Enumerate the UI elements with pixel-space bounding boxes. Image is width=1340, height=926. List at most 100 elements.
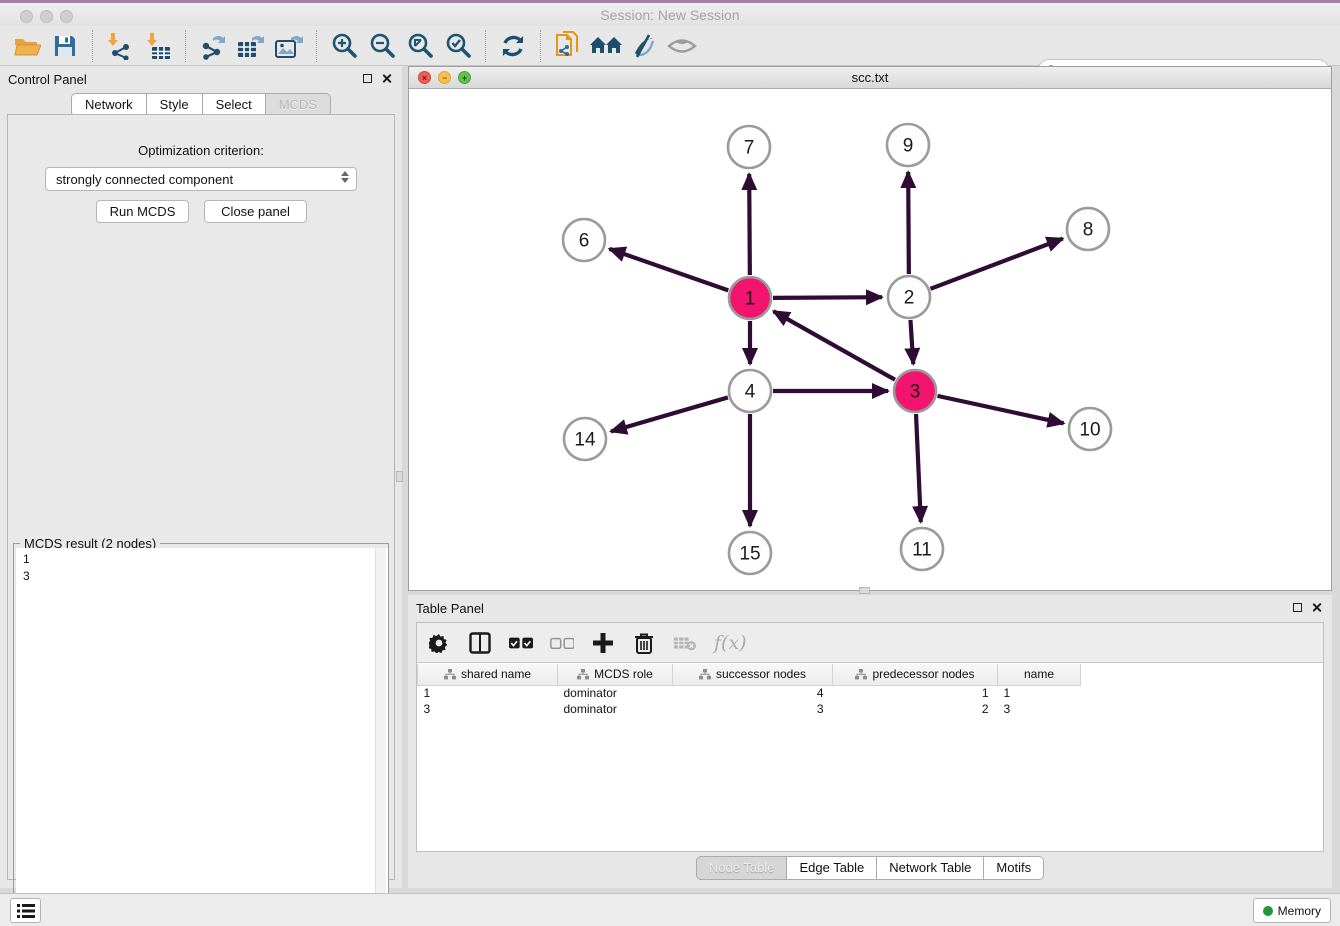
- split-panel-button[interactable]: [468, 631, 492, 655]
- graph-edge-2-8[interactable]: [931, 239, 1063, 289]
- import-table-icon: [144, 32, 172, 60]
- col-predecessor-nodes[interactable]: predecessor nodes: [833, 664, 998, 685]
- zoom-selected-button[interactable]: [439, 29, 477, 63]
- delete-table-button[interactable]: [673, 631, 697, 655]
- table-cell[interactable]: 2: [833, 701, 998, 717]
- horizontal-splitter-handle[interactable]: [859, 587, 870, 594]
- col-successor-nodes[interactable]: successor nodes: [673, 664, 833, 685]
- graph-edge-1-2[interactable]: [773, 297, 882, 298]
- table-header-row: shared name MCDS role successor nodes pr…: [418, 664, 1081, 685]
- table-cell[interactable]: 3: [998, 701, 1081, 717]
- graph-edge-1-7[interactable]: [749, 174, 750, 275]
- export-network-icon: [199, 32, 227, 60]
- result-scrollbar[interactable]: [375, 548, 386, 920]
- control-panel: Control Panel Network Style Select MCDS …: [0, 66, 402, 888]
- graph-edge-2-9[interactable]: [908, 172, 909, 274]
- node-table: shared name MCDS role successor nodes pr…: [417, 664, 1081, 717]
- graph-node-label-2: 2: [904, 288, 915, 309]
- graph-node-label-6: 6: [579, 231, 590, 252]
- add-column-button[interactable]: [591, 631, 615, 655]
- deselect-all-checkboxes-button[interactable]: [550, 631, 574, 655]
- mcds-result-line: 1: [23, 551, 388, 568]
- network-window-titlebar[interactable]: × − + scc.txt: [409, 67, 1331, 89]
- show-all-icon: [666, 34, 698, 58]
- list-icon: [17, 904, 35, 918]
- export-network-button[interactable]: [194, 29, 232, 63]
- zoom-fit-button[interactable]: [401, 29, 439, 63]
- show-all-button[interactable]: [663, 29, 701, 63]
- import-network-button[interactable]: [101, 29, 139, 63]
- zoom-fit-icon: [406, 32, 434, 60]
- delete-column-button[interactable]: [632, 631, 656, 655]
- graph-edge-4-14[interactable]: [611, 397, 728, 431]
- import-table-button[interactable]: [139, 29, 177, 63]
- split-panel-icon: [469, 632, 491, 654]
- memory-button[interactable]: Memory: [1253, 898, 1331, 923]
- table-row[interactable]: 1dominator411: [418, 685, 1081, 701]
- close-table-panel-icon[interactable]: [1311, 602, 1322, 613]
- table-cell[interactable]: 3: [673, 701, 833, 717]
- select-all-checkboxes-button[interactable]: [509, 631, 533, 655]
- zoom-out-button[interactable]: [363, 29, 401, 63]
- import-network-icon: [106, 32, 134, 60]
- table-cell[interactable]: 1: [998, 685, 1081, 701]
- task-history-button[interactable]: [10, 898, 41, 923]
- table-cell[interactable]: dominator: [558, 701, 673, 717]
- run-mcds-button[interactable]: Run MCDS: [96, 200, 189, 223]
- zoom-in-button[interactable]: [325, 29, 363, 63]
- export-image-button[interactable]: [270, 29, 308, 63]
- plus-icon: [592, 632, 614, 654]
- graph-node-label-15: 15: [739, 544, 760, 565]
- graph-edge-3-10[interactable]: [937, 396, 1063, 423]
- graph-edge-3-1[interactable]: [774, 311, 895, 379]
- table-row[interactable]: 3dominator323: [418, 701, 1081, 717]
- delete-table-icon: [673, 634, 697, 652]
- vertical-splitter-handle[interactable]: [396, 471, 403, 482]
- table-cell[interactable]: 1: [833, 685, 998, 701]
- open-session-button[interactable]: [8, 29, 46, 63]
- new-network-from-selection-button[interactable]: [549, 29, 587, 63]
- tab-edge-table[interactable]: Edge Table: [787, 856, 877, 880]
- hide-selected-button[interactable]: [625, 29, 663, 63]
- column-type-icon: [855, 669, 867, 680]
- open-folder-icon: [13, 33, 41, 59]
- graph-edge-3-11[interactable]: [916, 414, 921, 522]
- table-panel-title: Table Panel: [416, 601, 484, 616]
- close-panel-icon[interactable]: [381, 73, 392, 84]
- column-settings-button[interactable]: [427, 631, 451, 655]
- gear-icon: [429, 633, 449, 653]
- col-name[interactable]: name: [998, 664, 1081, 685]
- checked-boxes-icon: [509, 636, 533, 650]
- first-neighbors-button[interactable]: [587, 29, 625, 63]
- float-table-panel-icon[interactable]: [1293, 603, 1302, 612]
- graph-edge-1-6[interactable]: [609, 249, 728, 291]
- graph-edge-2-3[interactable]: [910, 320, 913, 364]
- network-canvas-svg[interactable]: 7968124314101511: [409, 89, 1331, 590]
- table-cell[interactable]: dominator: [558, 685, 673, 701]
- optimization-criterion-label: Optimization criterion:: [8, 143, 394, 158]
- optimization-criterion-select[interactable]: strongly connected component: [45, 167, 357, 191]
- network-window-title: scc.txt: [409, 70, 1331, 85]
- refresh-button[interactable]: [494, 29, 532, 63]
- table-cell[interactable]: 3: [418, 701, 558, 717]
- graph-node-label-14: 14: [574, 430, 596, 451]
- close-panel-button[interactable]: Close panel: [204, 200, 307, 223]
- mcds-result-text[interactable]: 1 3: [16, 548, 388, 920]
- tab-network-table[interactable]: Network Table: [877, 856, 984, 880]
- memory-label: Memory: [1278, 904, 1321, 918]
- graph-node-label-4: 4: [745, 382, 756, 403]
- save-session-button[interactable]: [46, 29, 84, 63]
- export-table-button[interactable]: [232, 29, 270, 63]
- col-shared-name[interactable]: shared name: [418, 664, 558, 685]
- column-type-icon: [699, 669, 711, 680]
- table-cell[interactable]: 4: [673, 685, 833, 701]
- float-panel-icon[interactable]: [363, 74, 372, 83]
- table-cell[interactable]: 1: [418, 685, 558, 701]
- control-panel-title: Control Panel: [8, 72, 87, 87]
- tab-motifs[interactable]: Motifs: [984, 856, 1044, 880]
- hide-selected-icon: [629, 33, 659, 59]
- mcds-result-group: MCDS result (2 nodes) 1 3: [13, 543, 389, 921]
- apply-function-button[interactable]: f(x): [714, 632, 747, 654]
- tab-node-table[interactable]: Node Table: [696, 856, 788, 880]
- col-mcds-role[interactable]: MCDS role: [558, 664, 673, 685]
